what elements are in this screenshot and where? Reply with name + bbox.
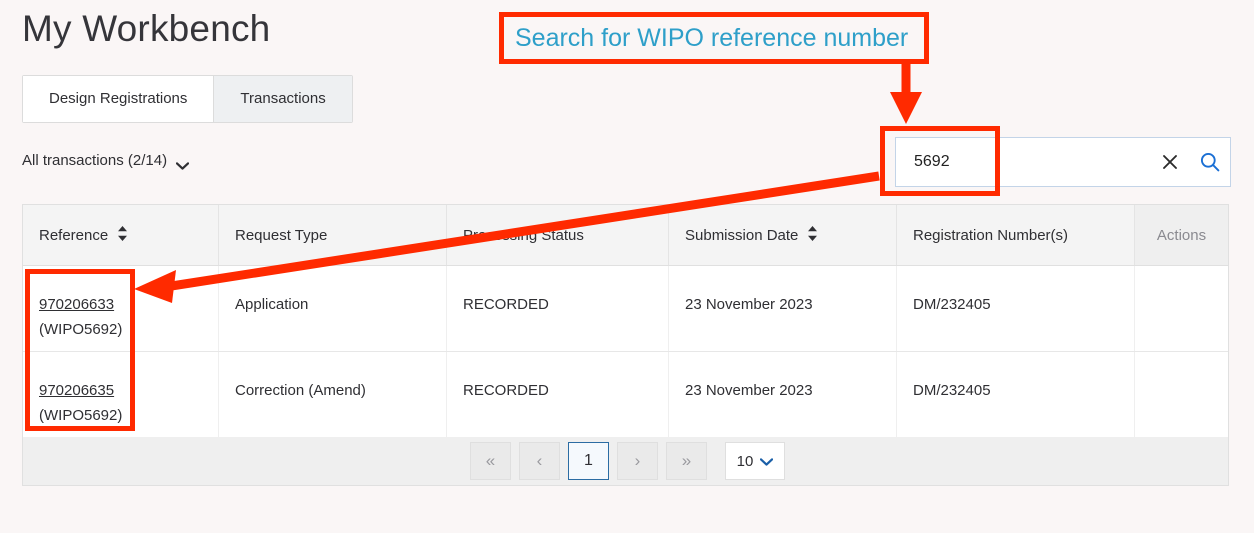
page-title: My Workbench [22,4,270,54]
cell-registration-numbers: DM/232405 [897,266,1135,351]
cell-processing-status: RECORDED [447,266,669,351]
clear-search-button[interactable] [1150,138,1190,186]
page-size-select[interactable]: 10 [725,442,785,480]
column-header-actions: Actions [1135,205,1228,265]
transactions-table: Reference Request Type Processing Status… [22,204,1229,438]
reference-wipo-number: (WIPO5692) [39,403,202,428]
column-header-submission-date-label: Submission Date [685,227,798,244]
cell-processing-status: RECORDED [447,352,669,437]
cell-submission-date: 23 November 2023 [669,352,897,437]
cell-actions[interactable] [1135,266,1228,351]
column-header-submission-date[interactable]: Submission Date [669,205,897,265]
pagination-prev-button[interactable]: ‹ [519,442,560,480]
annotation-callout: Search for WIPO reference number [499,12,929,64]
sort-icon[interactable] [117,225,128,246]
chevron-down-icon [760,453,773,470]
column-header-processing-status-label: Processing Status [463,227,584,244]
column-header-reference[interactable]: Reference [23,205,219,265]
column-header-registration-numbers-label: Registration Number(s) [913,227,1068,244]
tab-bar: Design Registrations Transactions [22,75,353,123]
column-header-request-type-label: Request Type [235,227,327,244]
cell-reference: 970206633 (WIPO5692) [23,266,219,351]
reference-link[interactable]: 970206633 [39,292,202,317]
close-icon [1160,152,1180,172]
table-header-row: Reference Request Type Processing Status… [23,205,1228,266]
submit-search-button[interactable] [1190,138,1230,186]
column-header-reference-label: Reference [39,227,108,244]
chevron-down-icon [176,157,189,165]
pagination-next-button[interactable]: › [617,442,658,480]
page-size-value: 10 [737,453,754,470]
transactions-filter-dropdown[interactable]: All transactions (2/14) [22,152,189,169]
pagination-first-button[interactable]: « [470,442,511,480]
search-input[interactable] [896,138,1150,186]
cell-reference: 970206635 (WIPO5692) [23,352,219,437]
tab-design-registrations[interactable]: Design Registrations [23,76,214,122]
annotation-callout-text: Search for WIPO reference number [515,24,908,53]
cell-request-type: Application [219,266,447,351]
tab-transactions[interactable]: Transactions [214,76,351,122]
column-header-request-type[interactable]: Request Type [219,205,447,265]
column-header-registration-numbers[interactable]: Registration Number(s) [897,205,1135,265]
pagination-page-1-button[interactable]: 1 [568,442,609,480]
arrow-head-down-icon [890,92,922,124]
cell-submission-date: 23 November 2023 [669,266,897,351]
cell-actions[interactable] [1135,352,1228,437]
cell-request-type: Correction (Amend) [219,352,447,437]
search-icon [1199,151,1221,173]
table-row[interactable]: 970206633 (WIPO5692) Application RECORDE… [23,266,1228,352]
pagination-bar: « ‹ 1 › » 10 [22,437,1229,486]
column-header-processing-status[interactable]: Processing Status [447,205,669,265]
column-header-actions-label: Actions [1157,227,1206,244]
sort-icon[interactable] [807,225,818,246]
reference-wipo-number: (WIPO5692) [39,317,202,342]
pagination-last-button[interactable]: » [666,442,707,480]
reference-link[interactable]: 970206635 [39,378,202,403]
search-box[interactable] [895,137,1231,187]
table-row[interactable]: 970206635 (WIPO5692) Correction (Amend) … [23,352,1228,438]
transactions-filter-label: All transactions (2/14) [22,152,167,169]
table-body: 970206633 (WIPO5692) Application RECORDE… [23,266,1228,438]
cell-registration-numbers: DM/232405 [897,352,1135,437]
